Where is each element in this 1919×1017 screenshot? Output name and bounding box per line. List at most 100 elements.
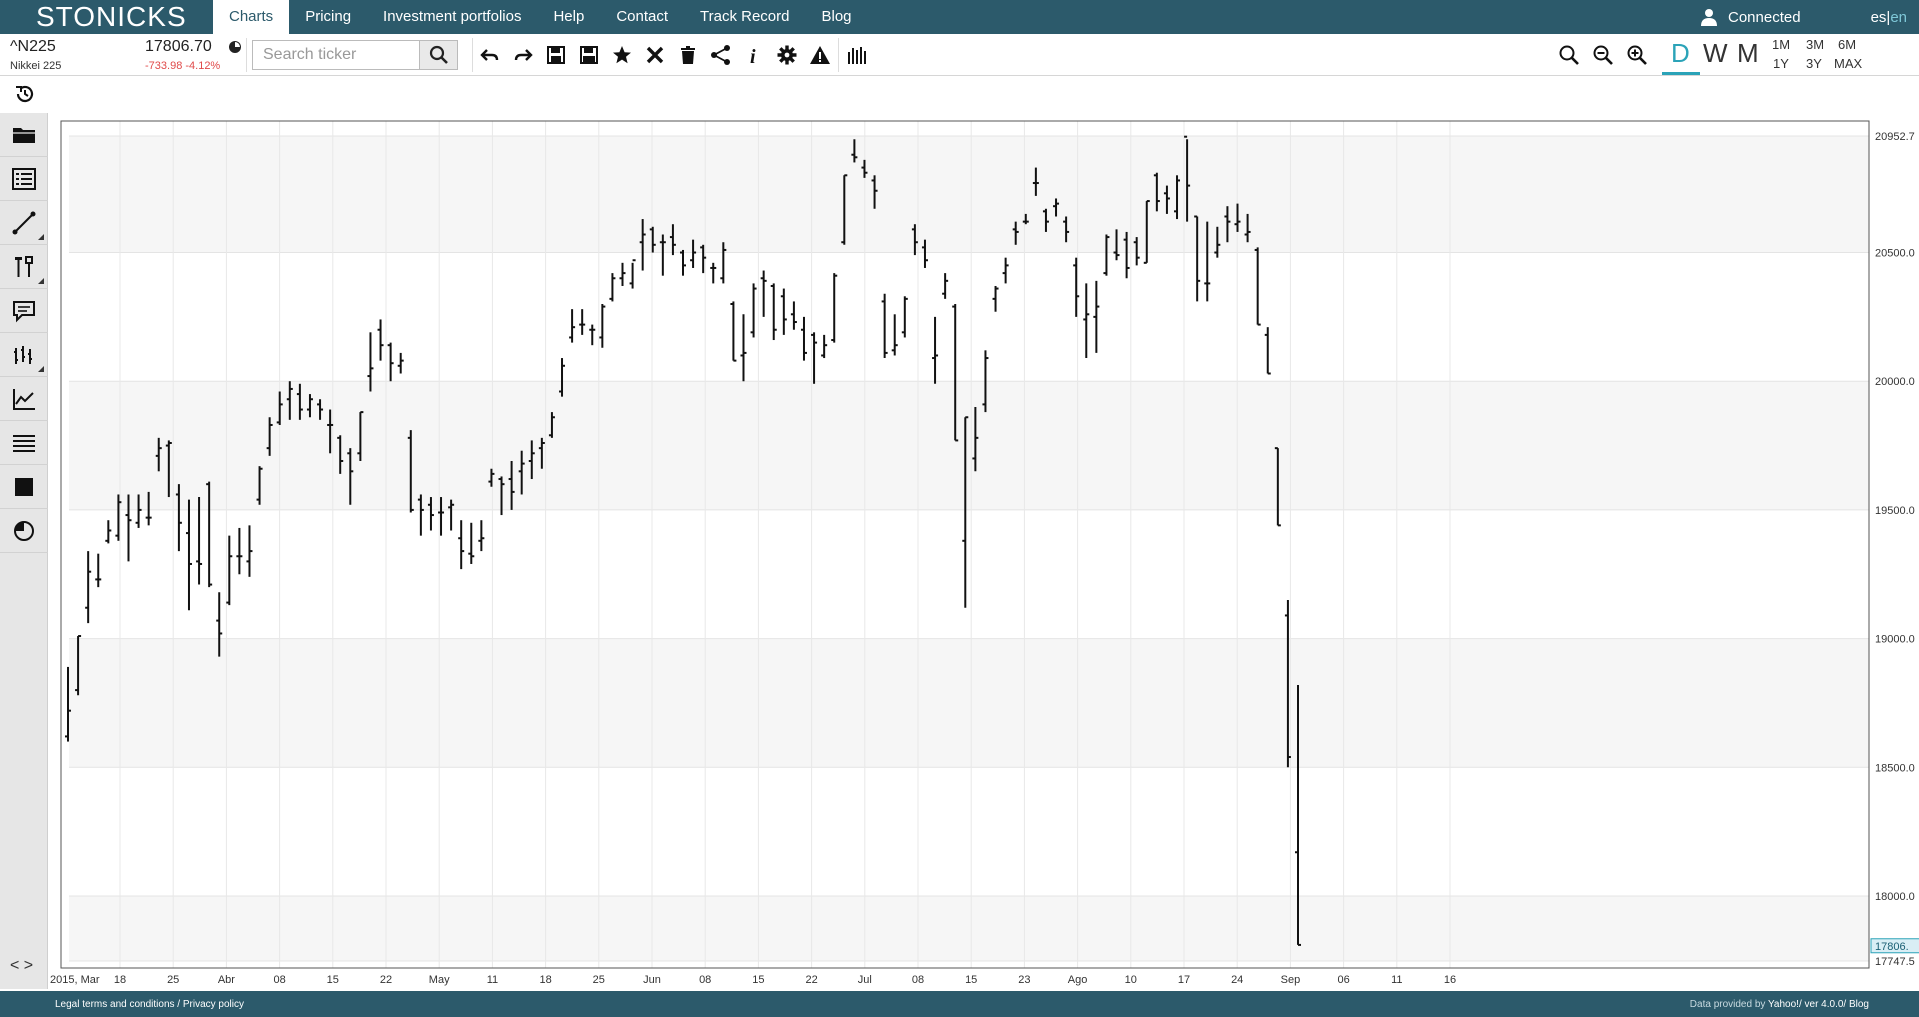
sidebar-item-pie[interactable] (0, 509, 48, 553)
range-3m-button[interactable]: 3M (1806, 37, 1824, 52)
ohlc-bar (478, 520, 485, 552)
range-6m-button[interactable]: 6M (1838, 37, 1856, 52)
redo-button[interactable] (511, 43, 535, 67)
nav-item-pricing[interactable]: Pricing (289, 0, 367, 34)
info-icon: i (750, 46, 756, 66)
language-switch: es|en (1871, 9, 1907, 26)
nav-item-help[interactable]: Help (537, 0, 600, 34)
history-row (0, 77, 1919, 113)
ohlc-bar (831, 273, 838, 343)
legal-terms-link[interactable]: Legal terms and conditions (55, 999, 175, 1010)
price-chart[interactable]: 20952.7 20500.0 20000.0 19500.0 19000.0 18500… (48, 113, 1919, 989)
x-tick-label: 25 (593, 974, 605, 986)
left-sidebar: < > (0, 113, 48, 989)
period-daily-button[interactable]: D (1671, 38, 1690, 69)
ohlc-bar (1083, 283, 1090, 359)
sidebar-item-line-chart[interactable] (0, 377, 48, 421)
share-button[interactable] (709, 43, 733, 67)
square-icon (15, 477, 33, 496)
gear-icon (777, 45, 797, 65)
footer-links: Legal terms and conditions / Privacy pol… (55, 999, 244, 1010)
search-input[interactable] (252, 40, 420, 70)
x-tick-label: 18 (539, 974, 551, 986)
svg-text:i: i (750, 46, 756, 66)
nav-item-investment-portfolios[interactable]: Investment portfolios (367, 0, 537, 34)
user-menu[interactable]: Connected (1700, 8, 1801, 26)
ohlc-bar (468, 522, 475, 564)
close-icon (646, 46, 664, 64)
sidebar-item-tools[interactable] (0, 245, 48, 289)
ticker-name: Nikkei 225 (10, 60, 62, 72)
sidebar-item-square[interactable] (0, 465, 48, 509)
settings-button[interactable] (775, 43, 799, 67)
version-text: / ver 4.0.0/ Blog (1798, 999, 1869, 1010)
sidebar-item-comment[interactable] (0, 289, 48, 333)
info-button[interactable]: i (742, 43, 766, 67)
undo-button[interactable] (478, 43, 502, 67)
nav-item-contact[interactable]: Contact (600, 0, 684, 34)
x-tick-label: 10 (1125, 974, 1137, 986)
chart-band (69, 896, 1869, 961)
ohlc-bar (740, 314, 747, 382)
favorite-button[interactable] (610, 43, 634, 67)
save-all-button[interactable] (577, 43, 601, 67)
provider-link[interactable]: Yahoo! (1768, 999, 1799, 1010)
alert-button[interactable] (808, 43, 832, 67)
range-1m-button[interactable]: 1M (1772, 37, 1790, 52)
bar-chart-button[interactable] (845, 43, 869, 67)
chart-area[interactable]: 20952.7 20500.0 20000.0 19500.0 19000.0 18500… (48, 113, 1919, 989)
close-button[interactable] (643, 43, 667, 67)
toolbar-divider (472, 38, 473, 72)
search-chart-button[interactable] (1557, 43, 1581, 67)
ohlc-bar (710, 262, 717, 284)
lang-en[interactable]: en (1890, 9, 1907, 26)
nav-item-charts[interactable]: Charts (213, 0, 290, 34)
ohlc-bar (942, 273, 949, 299)
ohlc-bar (397, 352, 404, 374)
sidebar-item-folder[interactable] (0, 113, 48, 157)
ohlc-bar (881, 293, 888, 359)
sidebar-item-list[interactable] (0, 157, 48, 201)
y-tick-label: 19500.0 (1875, 505, 1915, 517)
chart-band (69, 381, 1869, 510)
lang-es[interactable]: es (1871, 9, 1887, 26)
sidebar-toggle[interactable]: < > (10, 957, 33, 975)
delete-button[interactable] (676, 43, 700, 67)
history-icon[interactable] (14, 83, 36, 105)
pie-icon (14, 520, 34, 541)
ohlc-bar (821, 334, 828, 359)
ohlc-bar (1264, 327, 1271, 375)
sidebar-item-line-tool[interactable] (0, 201, 48, 245)
provider-prefix: Data provided by (1689, 999, 1768, 1010)
star-icon (613, 46, 631, 64)
sidebar-item-lines[interactable] (0, 421, 48, 465)
user-status: Connected (1728, 8, 1801, 26)
search-button[interactable] (420, 40, 458, 70)
zoom-out-button[interactable] (1591, 43, 1615, 67)
x-tick-label: 08 (699, 974, 711, 986)
x-tick-label: 17 (1178, 974, 1190, 986)
ohlc-bar (185, 499, 192, 611)
save-button[interactable] (544, 43, 568, 67)
range-1y-button[interactable]: 1Y (1773, 56, 1789, 71)
ohlc-bar (619, 262, 626, 286)
chart-bands (69, 136, 1869, 961)
top-nav: STONICKS Charts Pricing Investment portf… (0, 0, 1919, 34)
y-tick-label: 20000.0 (1875, 376, 1915, 388)
clock-icon[interactable] (228, 40, 242, 54)
privacy-policy-link[interactable]: Privacy policy (183, 999, 244, 1010)
period-weekly-button[interactable]: W (1703, 38, 1728, 69)
sidebar-item-indicators[interactable] (0, 333, 48, 377)
ohlc-bar (579, 309, 586, 335)
nav-item-track-record[interactable]: Track Record (684, 0, 805, 34)
period-monthly-button[interactable]: M (1737, 38, 1759, 69)
logo[interactable]: STONICKS (0, 0, 213, 34)
range-3y-button[interactable]: 3Y (1806, 56, 1822, 71)
last-price-label: 17806. (1875, 941, 1909, 953)
zoom-in-button[interactable] (1625, 43, 1649, 67)
nav-item-blog[interactable]: Blog (805, 0, 867, 34)
ohlc-bar (609, 273, 616, 302)
x-tick-label: 11 (1391, 974, 1402, 986)
range-max-button[interactable]: MAX (1834, 56, 1862, 71)
chart-band (69, 136, 1869, 253)
